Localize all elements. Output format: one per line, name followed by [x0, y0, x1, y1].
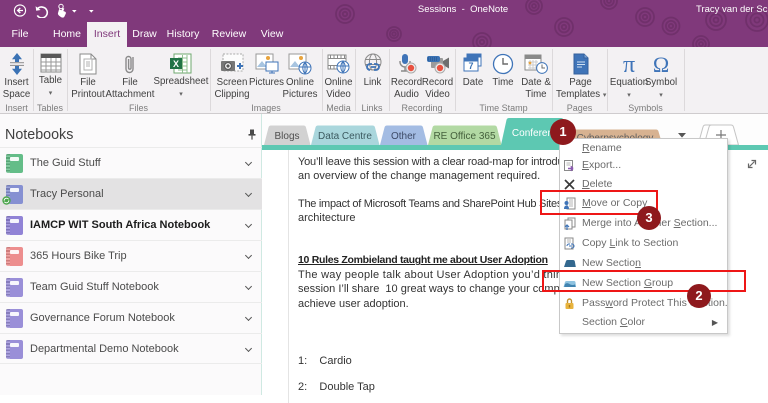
svg-text:Other: Other: [391, 131, 417, 142]
svg-text:Blogs: Blogs: [274, 131, 299, 142]
svg-text:RE Office 365: RE Office 365: [433, 131, 496, 142]
svg-text:7: 7: [468, 61, 473, 71]
svg-text:π: π: [623, 53, 635, 75]
svg-text:X: X: [173, 59, 179, 69]
svg-text:Data Centre: Data Centre: [318, 131, 372, 142]
svg-text:Ω: Ω: [653, 53, 669, 75]
